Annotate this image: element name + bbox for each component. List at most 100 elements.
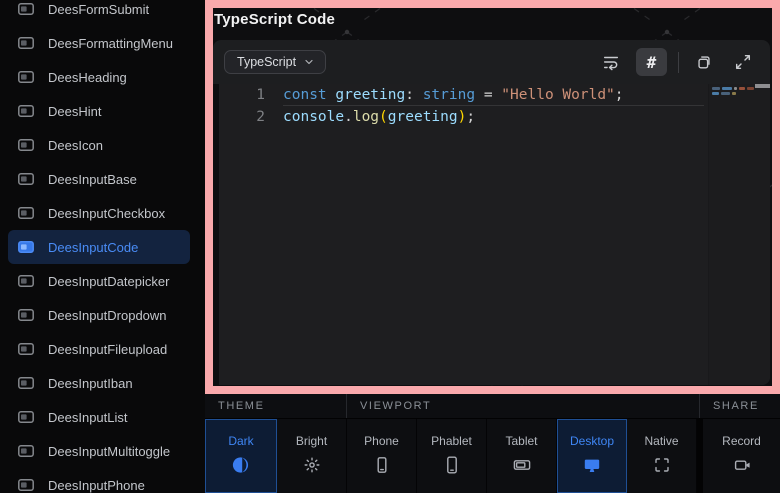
phone-button[interactable]: Phone [347, 419, 417, 493]
code-line-1: 1 const greeting: string = "Hello World"; [219, 84, 770, 106]
group-header-viewport: VIEWPORT [347, 394, 700, 418]
component-icon [18, 37, 34, 49]
line-number: 2 [219, 106, 265, 128]
component-icon [18, 3, 34, 15]
sidebar-item-DeesHeading[interactable]: DeesHeading [0, 60, 205, 94]
record-button[interactable]: Record [703, 419, 780, 493]
component-list: DeesFormSubmit DeesFormattingMenu DeesHead… [0, 0, 205, 493]
button-label: Native [644, 434, 678, 448]
sidebar-item-DeesInputBase[interactable]: DeesInputBase [0, 162, 205, 196]
component-icon [18, 479, 34, 491]
phone-icon [372, 455, 392, 475]
minimap[interactable] [708, 84, 770, 385]
sidebar-item-label: DeesInputCheckbox [48, 206, 165, 221]
sidebar-item-label: DeesInputFileupload [48, 342, 167, 357]
copy-icon [695, 53, 713, 71]
sidebar-item-DeesInputIban[interactable]: DeesInputIban [0, 366, 205, 400]
scrollbar-slider[interactable] [755, 84, 770, 88]
language-select-value: TypeScript [237, 55, 296, 69]
word-wrap-button[interactable] [597, 48, 625, 76]
moon-icon [231, 455, 251, 475]
sidebar-item-label: DeesHeading [48, 70, 127, 85]
sidebar-item-label: DeesInputPhone [48, 478, 145, 493]
desktop-button[interactable]: Desktop [557, 419, 627, 493]
chevron-down-icon [303, 56, 315, 68]
desktop-icon [582, 455, 602, 475]
component-icon [18, 173, 34, 185]
component-icon [18, 343, 34, 355]
sidebar-item-label: DeesInputList [48, 410, 128, 425]
sidebar-item-DeesInputCheckbox[interactable]: DeesInputCheckbox [0, 196, 205, 230]
code-editor[interactable]: 1 const greeting: string = "Hello World";… [213, 84, 770, 385]
native-button[interactable]: Native [627, 419, 697, 493]
record-icon [732, 455, 752, 475]
component-icon [18, 445, 34, 457]
component-sidebar: DeesFormSubmit DeesFormattingMenu DeesHead… [0, 0, 205, 493]
code-line-2: 2 console.log(greeting); [219, 106, 770, 128]
sidebar-item-DeesInputDropdown[interactable]: DeesInputDropdown [0, 298, 205, 332]
story-highlight-frame: TypeScript Code TypeScript [205, 0, 780, 394]
phablet-button[interactable]: Phablet [417, 419, 487, 493]
component-icon [18, 241, 34, 253]
component-icon [18, 411, 34, 423]
component-icon [18, 71, 34, 83]
sidebar-item-label: DeesIcon [48, 138, 103, 153]
component-icon [18, 309, 34, 321]
sidebar-item-label: DeesInputBase [48, 172, 137, 187]
tablet-button[interactable]: Tablet [487, 419, 557, 493]
app-window: DeesFormSubmit DeesFormattingMenu DeesHead… [0, 0, 780, 493]
button-label: Dark [228, 434, 253, 448]
sidebar-item-DeesInputList[interactable]: DeesInputList [0, 400, 205, 434]
sidebar-item-label: DeesFormattingMenu [48, 36, 173, 51]
component-icon [18, 377, 34, 389]
sidebar-item-label: DeesInputMultitoggle [48, 444, 170, 459]
sidebar-item-DeesInputMultitoggle[interactable]: DeesInputMultitoggle [0, 434, 205, 468]
environment-bar-headers: THEMEVIEWPORTSHARE [205, 394, 780, 419]
component-icon [18, 105, 34, 117]
line-number: 1 [219, 84, 265, 106]
native-icon [652, 455, 672, 475]
sidebar-item-DeesInputFileupload[interactable]: DeesInputFileupload [0, 332, 205, 366]
component-icon [18, 139, 34, 151]
main-area: TypeScript Code TypeScript [205, 0, 780, 493]
sidebar-item-DeesIcon[interactable]: DeesIcon [0, 128, 205, 162]
tablet-icon [512, 455, 532, 475]
code-panel-toolbar: TypeScript [213, 40, 770, 84]
minimap-line-2 [712, 92, 738, 95]
button-label: Desktop [570, 434, 614, 448]
sidebar-item-DeesInputCode[interactable]: DeesInputCode [8, 230, 190, 264]
sidebar-item-DeesHint[interactable]: DeesHint [0, 94, 205, 128]
code-lines: 1 const greeting: string = "Hello World";… [219, 84, 770, 128]
sidebar-item-DeesInputPhone[interactable]: DeesInputPhone [0, 468, 205, 493]
line-numbers-button[interactable]: # [636, 48, 667, 76]
bright-button[interactable]: Bright [277, 419, 347, 493]
sidebar-item-label: DeesHint [48, 104, 101, 119]
sidebar-item-label: DeesInputIban [48, 376, 133, 391]
sidebar-item-label: DeesInputCode [48, 240, 138, 255]
component-icon [18, 275, 34, 287]
group-header-share: SHARE [700, 394, 780, 418]
code-panel: TypeScript [213, 40, 770, 385]
button-label: Tablet [505, 434, 537, 448]
sidebar-item-DeesInputDatepicker[interactable]: DeesInputDatepicker [0, 264, 205, 298]
button-label: Phablet [431, 434, 472, 448]
button-label: Bright [296, 434, 327, 448]
language-select[interactable]: TypeScript [224, 50, 326, 74]
button-label: Record [722, 434, 761, 448]
story-canvas: TypeScript Code TypeScript [213, 8, 772, 386]
sidebar-item-DeesFormattingMenu[interactable]: DeesFormattingMenu [0, 26, 205, 60]
phablet-icon [442, 455, 462, 475]
word-wrap-icon [602, 53, 620, 71]
environment-bar: THEMEVIEWPORTSHARE Dark Bright Phone Phable… [205, 394, 780, 493]
component-icon [18, 207, 34, 219]
copy-button[interactable] [690, 48, 718, 76]
sidebar-item-label: DeesInputDatepicker [48, 274, 169, 289]
editor-tools: # [597, 48, 757, 76]
dark-button[interactable]: Dark [205, 419, 277, 493]
expand-button[interactable] [729, 48, 757, 76]
button-label: Phone [364, 434, 399, 448]
sidebar-item-DeesFormSubmit[interactable]: DeesFormSubmit [0, 0, 205, 26]
code-text: const greeting: string = "Hello World"; [283, 84, 704, 106]
sidebar-item-label: DeesFormSubmit [48, 2, 149, 17]
code-text: console.log(greeting); [283, 106, 704, 128]
